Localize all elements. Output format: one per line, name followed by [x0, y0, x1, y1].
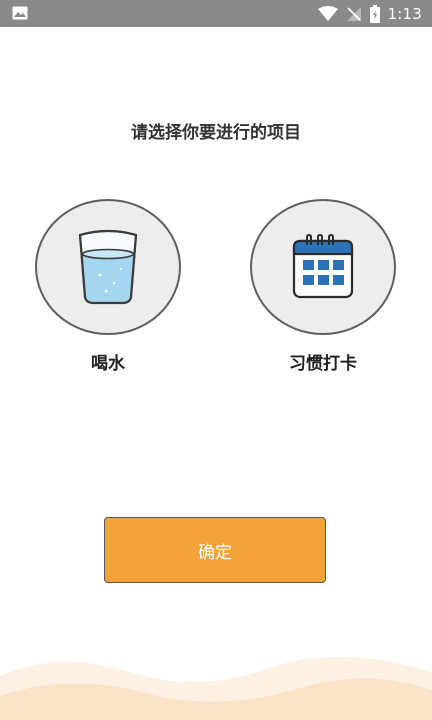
status-right-group: 1:13 — [317, 0, 422, 27]
option-label-water: 喝水 — [91, 354, 125, 374]
wifi-icon — [317, 5, 338, 21]
option-drink-water[interactable]: 喝水 — [35, 199, 181, 374]
battery-charging-icon — [369, 4, 380, 23]
confirm-button[interactable]: 确定 — [104, 517, 326, 583]
no-signal-icon — [346, 6, 361, 21]
decorative-wave — [0, 656, 432, 720]
option-habit-checkin[interactable]: 习惯打卡 — [250, 199, 396, 374]
option-circle[interactable] — [250, 199, 396, 335]
image-icon — [12, 6, 28, 20]
calendar-icon — [292, 234, 354, 299]
status-time: 1:13 — [387, 4, 422, 23]
option-label-habit: 习惯打卡 — [289, 354, 357, 374]
water-glass-icon — [78, 229, 138, 305]
status-bar: 1:13 — [0, 0, 432, 27]
screen: 1:13 请选择你要进行的项目 喝水 习惯打卡 确定 — [0, 0, 432, 720]
page-prompt: 请选择你要进行的项目 — [131, 123, 301, 143]
option-circle[interactable] — [35, 199, 181, 335]
